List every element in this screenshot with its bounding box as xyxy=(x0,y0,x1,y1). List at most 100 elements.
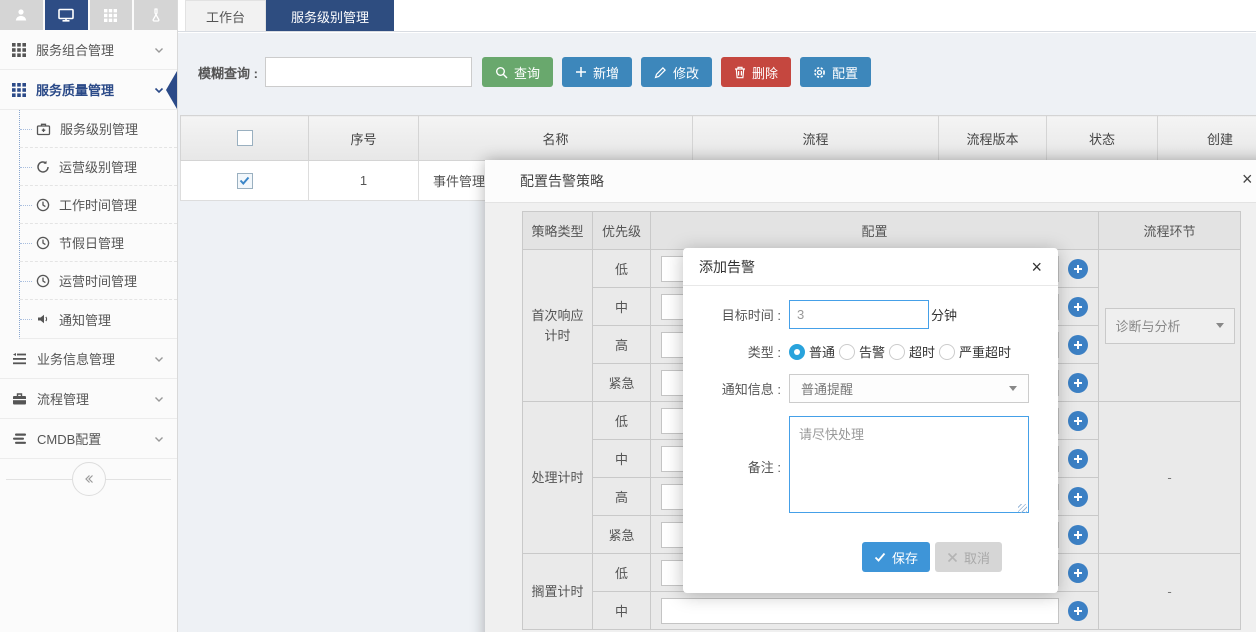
sidebar-item-notification[interactable]: 通知管理 xyxy=(20,300,177,338)
type-label: 类型 : xyxy=(683,342,781,361)
sidebar-item-process-mgmt[interactable]: 流程管理 xyxy=(0,379,177,419)
chevron-down-icon xyxy=(153,433,165,445)
grid-icon xyxy=(12,43,26,57)
dialog-title: 添加告警 xyxy=(699,257,1031,277)
sidebar-item-label: 服务组合管理 xyxy=(36,40,153,59)
sidebar-item-label: 节假日管理 xyxy=(59,233,124,252)
row-checkbox[interactable] xyxy=(237,173,253,189)
stage-value: - xyxy=(1167,584,1171,599)
sidebar-item-service-quality[interactable]: 服务质量管理 xyxy=(0,70,177,110)
sidebar-item-cmdb-config[interactable]: CMDB配置 xyxy=(0,419,177,459)
radio-normal[interactable]: 普通 xyxy=(789,342,835,361)
col-process-version: 流程版本 xyxy=(939,116,1047,161)
sidebar-item-service-level[interactable]: 服务级别管理 xyxy=(20,110,177,148)
tab-label: 服务级别管理 xyxy=(291,7,369,26)
add-button-label: 新增 xyxy=(593,63,619,82)
add-alert-plus-icon[interactable] xyxy=(1068,373,1088,393)
policy-type-cell: 首次响应计时 xyxy=(523,250,593,402)
collapse-sidebar-button[interactable] xyxy=(72,462,106,496)
process-stage-cell: - xyxy=(1099,554,1241,630)
radio-icon xyxy=(789,344,805,360)
apps-icon[interactable] xyxy=(90,0,133,30)
caret-down-icon xyxy=(1216,323,1224,328)
sidebar-submenu: 服务级别管理 运营级别管理 工作时间管理 节假日管理 运营时间管理 xyxy=(19,110,177,339)
sidebar: 服务组合管理 服务质量管理 服务级别管理 运营级别管理 xyxy=(0,0,178,632)
radio-label: 告警 xyxy=(859,342,885,361)
modify-button[interactable]: 修改 xyxy=(641,57,712,87)
cancel-button[interactable]: 取消 xyxy=(935,542,1002,572)
remark-row: 备注 : 请尽快处理 xyxy=(683,416,1038,516)
gear-icon xyxy=(813,66,826,79)
radio-timeout[interactable]: 超时 xyxy=(889,342,935,361)
sidebar-item-operation-time[interactable]: 运营时间管理 xyxy=(20,262,177,300)
tab-service-level-mgmt[interactable]: 服务级别管理 xyxy=(266,0,394,31)
sidebar-item-service-portfolio[interactable]: 服务组合管理 xyxy=(0,30,177,70)
save-button[interactable]: 保存 xyxy=(862,542,930,572)
radio-label: 普通 xyxy=(809,342,835,361)
add-alert-plus-icon[interactable] xyxy=(1068,259,1088,279)
col-seq: 序号 xyxy=(309,116,419,161)
priority-cell: 高 xyxy=(593,478,651,516)
fuzzy-search-input[interactable] xyxy=(265,57,472,87)
clock-icon xyxy=(36,274,50,288)
cancel-button-label: 取消 xyxy=(964,548,990,567)
stage-value: 诊断与分析 xyxy=(1116,316,1216,335)
target-time-input[interactable] xyxy=(789,300,929,329)
tab-workbench[interactable]: 工作台 xyxy=(185,0,266,31)
add-alert-plus-icon[interactable] xyxy=(1068,487,1088,507)
sidebar-item-business-info[interactable]: 业务信息管理 xyxy=(0,339,177,379)
grid-icon xyxy=(12,83,26,97)
monitor-icon[interactable] xyxy=(45,0,88,30)
add-alert-plus-icon[interactable] xyxy=(1068,449,1088,469)
add-alert-plus-icon[interactable] xyxy=(1068,335,1088,355)
briefcase-plus-icon xyxy=(36,122,51,136)
notify-value: 普通提醒 xyxy=(801,379,1009,398)
cell-seq: 1 xyxy=(309,161,419,201)
add-alert-plus-icon[interactable] xyxy=(1068,525,1088,545)
configure-button[interactable]: 配置 xyxy=(800,57,871,87)
active-item-marker xyxy=(166,71,177,109)
query-button[interactable]: 查询 xyxy=(482,57,553,87)
add-alert-plus-icon[interactable] xyxy=(1068,411,1088,431)
clock-icon xyxy=(36,236,50,250)
add-button[interactable]: 新增 xyxy=(562,57,632,87)
sidebar-item-holiday[interactable]: 节假日管理 xyxy=(20,224,177,262)
close-icon[interactable]: × xyxy=(1031,258,1042,276)
sidebar-item-operation-level[interactable]: 运营级别管理 xyxy=(20,148,177,186)
speaker-icon xyxy=(36,312,50,326)
notify-row: 通知信息 : 普通提醒 xyxy=(683,374,1038,403)
query-button-label: 查询 xyxy=(514,63,540,82)
flask-icon xyxy=(148,7,164,23)
flask-icon[interactable] xyxy=(134,0,177,30)
trash-icon xyxy=(734,66,746,79)
pencil-icon xyxy=(654,66,667,79)
col-policy-type: 策略类型 xyxy=(523,212,593,250)
close-icon[interactable]: × xyxy=(1242,170,1253,188)
sidebar-item-label: 业务信息管理 xyxy=(37,349,153,368)
plus-icon xyxy=(575,66,587,78)
alert-config-input[interactable] xyxy=(661,598,1059,624)
dialog-footer: 保存 取消 xyxy=(683,529,1038,572)
col-status: 状态 xyxy=(1047,116,1158,161)
radio-serious-timeout[interactable]: 严重超时 xyxy=(939,342,1011,361)
radio-alert[interactable]: 告警 xyxy=(839,342,885,361)
priority-cell: 低 xyxy=(593,554,651,592)
add-alert-plus-icon[interactable] xyxy=(1068,601,1088,621)
user-icon[interactable] xyxy=(0,0,43,30)
remark-textarea[interactable]: 请尽快处理 xyxy=(789,416,1029,513)
remark-label: 备注 : xyxy=(683,457,781,476)
delete-button[interactable]: 删除 xyxy=(721,57,791,87)
sidebar-item-work-time[interactable]: 工作时间管理 xyxy=(20,186,177,224)
radio-icon xyxy=(889,344,905,360)
select-all-checkbox[interactable] xyxy=(237,130,253,146)
priority-cell: 低 xyxy=(593,250,651,288)
process-stage-dropdown[interactable]: 诊断与分析 xyxy=(1105,308,1235,344)
modal-header: 配置告警策略 × xyxy=(485,160,1256,203)
add-alert-plus-icon[interactable] xyxy=(1068,563,1088,583)
dialog-header: 添加告警 × xyxy=(683,248,1058,286)
col-process: 流程 xyxy=(693,116,939,161)
priority-cell: 高 xyxy=(593,326,651,364)
double-chevron-left-icon xyxy=(83,473,95,485)
add-alert-plus-icon[interactable] xyxy=(1068,297,1088,317)
notify-dropdown[interactable]: 普通提醒 xyxy=(789,374,1029,403)
